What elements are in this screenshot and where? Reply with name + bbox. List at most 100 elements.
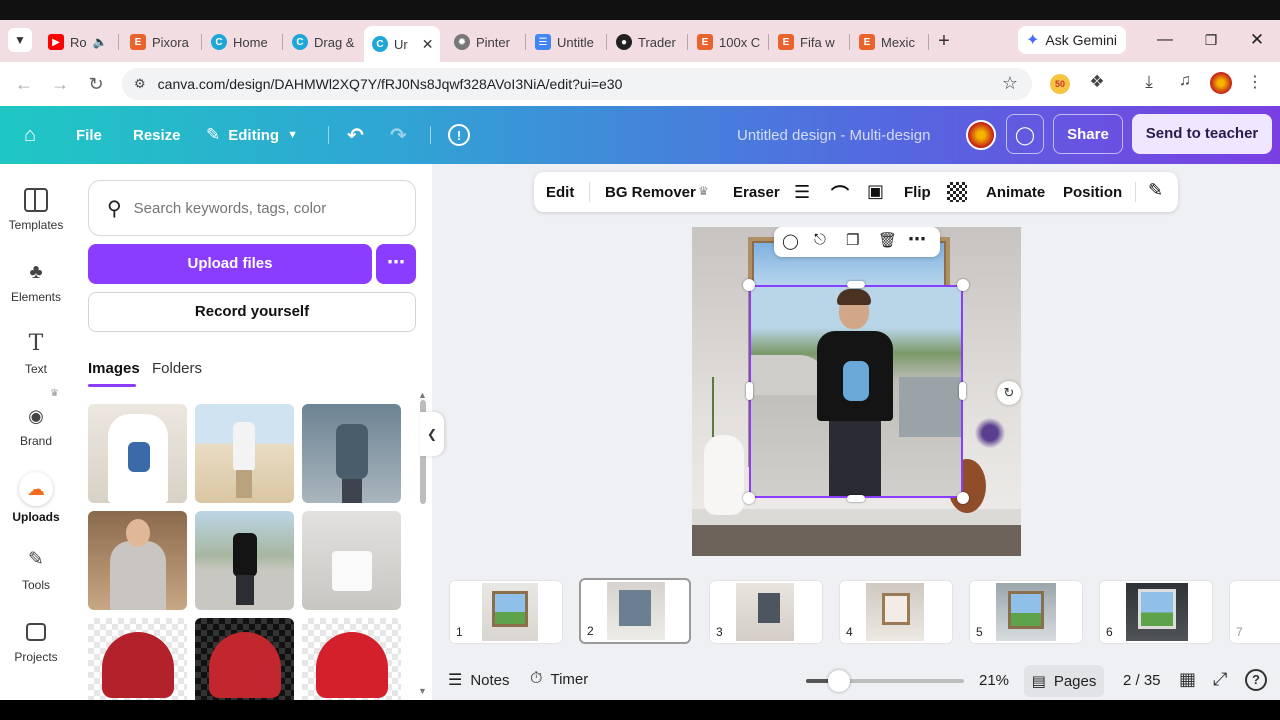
animate-button[interactable]: Animate (986, 184, 1045, 201)
extensions-puzzle-icon[interactable]: ❖ (1086, 72, 1108, 94)
pages-button[interactable]: ▤ Pages (1024, 665, 1104, 697)
bookmark-star-icon[interactable]: ☆ (1002, 73, 1018, 94)
page-thumbnail-3[interactable]: 3 (709, 580, 823, 644)
scroll-down-arrow[interactable]: ▼ (418, 686, 427, 696)
collapse-panel-button[interactable]: ❮ (420, 412, 444, 456)
site-info-icon[interactable]: ⚙ (134, 76, 146, 92)
page-thumbnail-6[interactable]: 6 (1099, 580, 1213, 644)
media-control-icon[interactable]: ♫ (1174, 72, 1196, 94)
forward-button[interactable]: → (48, 72, 72, 96)
resize-handle-bottom-left[interactable] (743, 492, 755, 504)
rail-text[interactable]: T Text (0, 332, 72, 377)
add-comment-icon[interactable]: ◯ (782, 232, 799, 250)
rail-elements[interactable]: ♣ Elements (0, 260, 72, 304)
page-thumbnail-2-active[interactable]: 2 (579, 578, 691, 644)
help-icon[interactable]: ? (1245, 669, 1267, 691)
flip-button[interactable]: Flip (904, 184, 931, 201)
back-button[interactable]: ← (12, 72, 36, 96)
lock-icon[interactable]: ⎋ (814, 231, 826, 248)
zoom-percent[interactable]: 21% (979, 672, 1009, 689)
eraser-button[interactable]: Eraser (733, 184, 780, 201)
corner-rounding-icon[interactable]: ⌒ (831, 181, 849, 207)
border-style-icon[interactable]: ☰ (794, 182, 810, 203)
resize-handle-bottom[interactable] (847, 495, 865, 502)
tab-mexico[interactable]: E Mexic (851, 26, 927, 58)
upload-image-skatepark[interactable] (195, 511, 294, 610)
design-title[interactable]: Untitled design - Multi-design (737, 106, 930, 164)
ask-gemini-button[interactable]: ✦ Ask Gemini (1018, 26, 1126, 54)
upload-image-mall[interactable] (302, 404, 401, 503)
speaker-icon[interactable]: 🔈 (93, 35, 108, 49)
tab-drag[interactable]: C Drag & (284, 26, 362, 58)
tab-list-button[interactable]: ▼ (8, 28, 32, 52)
resize-handle-top-left[interactable] (743, 279, 755, 291)
rail-brand[interactable]: ◉ Brand ♛ (0, 388, 72, 448)
restore-button[interactable]: ❐ (1200, 28, 1222, 52)
zoom-slider-track[interactable] (806, 670, 964, 692)
grid-view-icon[interactable]: ▦ (1179, 669, 1196, 690)
upload-image-beach[interactable] (195, 404, 294, 503)
notes-button[interactable]: ☰ Notes (448, 670, 510, 690)
resize-handle-right[interactable] (959, 382, 966, 400)
redo-icon[interactable]: ↷ (390, 106, 407, 164)
timer-button[interactable]: ⏱ Timer (530, 670, 588, 688)
page-thumbnail-5[interactable]: 5 (969, 580, 1083, 644)
search-box[interactable]: ⚲ (88, 180, 416, 236)
tab-youtube[interactable]: ▶ Ro 🔈 (40, 26, 114, 58)
zoom-slider-thumb[interactable] (828, 670, 850, 692)
editing-dropdown[interactable]: ✎ Editing ▼ (206, 106, 298, 164)
profile-avatar[interactable] (1210, 72, 1232, 94)
reload-button[interactable]: ↻ (84, 72, 108, 96)
position-button[interactable]: Position (1063, 184, 1122, 201)
tab-pinterest[interactable]: ✹ Pinter (446, 26, 524, 58)
search-input[interactable] (133, 199, 394, 217)
resize-handle-bottom-right[interactable] (957, 492, 969, 504)
address-bar[interactable]: ⚙ canva.com/design/DAHMWl2XQ7Y/fRJ0Ns8Jq… (122, 68, 1032, 100)
undo-icon[interactable]: ↶ (347, 106, 364, 164)
tab-fifa[interactable]: E Fifa w (770, 26, 848, 58)
upload-image-woman-sweater[interactable] (88, 511, 187, 610)
upload-image-tshirt-flat[interactable] (88, 404, 187, 503)
upload-more-button[interactable]: ⋯ (376, 244, 416, 284)
rotate-handle[interactable]: ↻ (997, 381, 1021, 405)
fullscreen-icon[interactable]: ⤢ (1213, 669, 1227, 690)
rail-uploads[interactable]: ☁ Uploads (0, 472, 72, 524)
design-page[interactable]: ◯ ⎋ ❐ 🗑 ⋯ (692, 227, 1021, 556)
tab-untitled-doc[interactable]: ☰ Untitle (527, 26, 605, 58)
page-thumbnail-4[interactable]: 4 (839, 580, 953, 644)
upload-image-mug[interactable] (302, 511, 401, 610)
bg-remover-button[interactable]: BG Remover (605, 184, 696, 201)
comments-icon[interactable]: ◯ (1006, 114, 1044, 154)
record-yourself-button[interactable]: Record yourself (88, 292, 416, 332)
resize-handle-top-right[interactable] (957, 279, 969, 291)
extension-icon[interactable]: 50 (1050, 74, 1070, 94)
url-text[interactable]: canva.com/design/DAHMWl2XQ7Y/fRJ0Ns8Jqwf… (158, 76, 623, 92)
download-icon[interactable]: ⤓ (1138, 72, 1160, 94)
rail-templates[interactable]: Templates (0, 188, 72, 232)
browser-menu-icon[interactable]: ⋮ (1246, 72, 1264, 94)
tab-trader[interactable]: ● Trader (608, 26, 686, 58)
page-thumbnail-1[interactable]: 1 (449, 580, 563, 644)
transparency-icon[interactable] (947, 182, 967, 202)
edit-button[interactable]: Edit (546, 184, 574, 201)
new-tab-button[interactable]: + (934, 29, 954, 53)
tab-100x[interactable]: E 100x C (689, 26, 767, 58)
tab-images[interactable]: Images (88, 360, 140, 377)
send-to-teacher-button[interactable]: Send to teacher (1132, 114, 1272, 154)
more-options-icon[interactable]: ⋯ (908, 229, 926, 250)
home-icon[interactable]: ⌂ (24, 106, 36, 164)
page-counter[interactable]: 2 / 35 (1123, 672, 1161, 689)
close-window-button[interactable]: ✕ (1246, 28, 1268, 52)
trash-icon[interactable]: 🗑 (878, 231, 897, 249)
tab-home[interactable]: C Home (203, 26, 281, 58)
rail-tools[interactable]: ✎ Tools (0, 548, 72, 592)
resize-handle-top[interactable] (847, 281, 865, 288)
minimize-button[interactable]: — (1154, 28, 1176, 52)
resize-button[interactable]: Resize (133, 106, 181, 164)
close-tab-icon[interactable]: ✕ (422, 36, 434, 53)
design-check-icon[interactable]: ! (448, 106, 470, 164)
file-menu[interactable]: File (76, 106, 102, 164)
resize-handle-left[interactable] (746, 382, 753, 400)
share-button[interactable]: Share (1053, 114, 1123, 154)
page-thumbnail-7[interactable]: 7 (1229, 580, 1280, 644)
